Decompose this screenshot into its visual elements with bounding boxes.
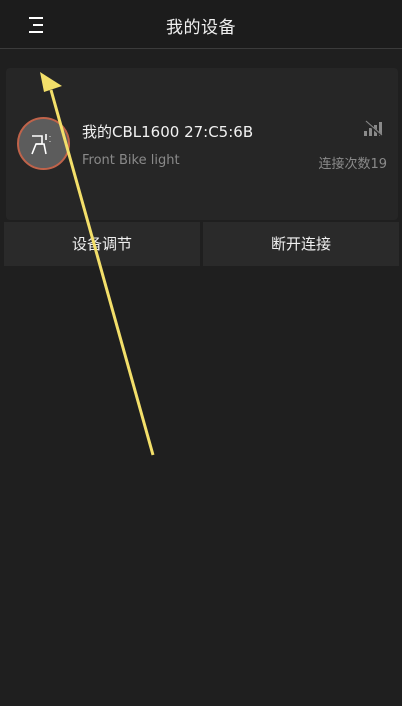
no-signal-icon: [364, 120, 383, 137]
top-bar: 我的设备: [0, 0, 402, 49]
disconnect-button[interactable]: 断开连接: [203, 222, 399, 266]
device-adjust-button[interactable]: 设备调节: [4, 222, 200, 266]
page-title: 我的设备: [166, 18, 236, 38]
device-name: 我的CBL1600 27:C5:6B: [82, 123, 254, 141]
connection-count: 连接次数19: [318, 157, 387, 172]
bike-light-icon: [31, 134, 51, 155]
device-avatar: [17, 117, 70, 170]
device-type: Front Bike light: [82, 153, 180, 168]
